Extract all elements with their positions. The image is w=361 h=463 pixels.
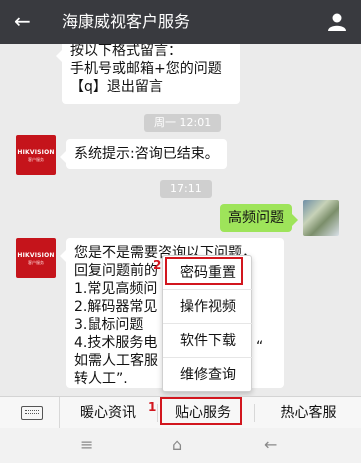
- keyboard-toggle-button[interactable]: [0, 397, 60, 429]
- hikvision-logo-subtext: 客户服务: [28, 157, 44, 162]
- menu-icon[interactable]: ≡: [80, 437, 93, 453]
- menu-item-operation-video[interactable]: 操作视频: [163, 290, 253, 324]
- system-message-bubble: 系统提示:咨询已结束。: [60, 139, 227, 169]
- system-message-text: 系统提示:咨询已结束。: [74, 146, 219, 162]
- user-avatar[interactable]: [303, 200, 339, 236]
- step-marker-2: 2: [153, 258, 162, 272]
- highlight-box-password-reset: [165, 257, 243, 285]
- message-line: 手机号或邮箱+您的问题: [70, 61, 222, 77]
- hikvision-logo-text: HIKVISION: [17, 149, 55, 156]
- message-line: 【q】退出留言: [70, 79, 163, 95]
- menu-tab-info[interactable]: 暖心资讯: [60, 397, 156, 429]
- hikvision-logo-subtext: 客户服务: [28, 260, 44, 265]
- back-icon[interactable]: ←: [264, 437, 277, 453]
- user-message-bubble: 高频问题: [220, 204, 298, 232]
- tab-divider: [254, 404, 255, 422]
- user-profile-icon[interactable]: [327, 12, 347, 32]
- reply-quote-mark: “: [256, 339, 264, 355]
- timestamp: 周一 12:01: [144, 114, 222, 132]
- auto-reply-bubble: 按以下格式留言： 手机号或邮箱+您的问题 【q】退出留言: [56, 44, 240, 104]
- menu-item-repair-query[interactable]: 维修查询: [163, 358, 253, 392]
- highlight-box-service-tab: [160, 397, 242, 425]
- message-line: 按以下格式留言：: [70, 44, 182, 59]
- hikvision-logo-text: HIKVISION: [17, 252, 55, 259]
- hikvision-avatar[interactable]: HIKVISION 客户服务: [16, 238, 56, 278]
- system-nav-bar: ≡ ⌂ ←: [0, 428, 361, 463]
- hikvision-avatar[interactable]: HIKVISION 客户服务: [16, 135, 56, 175]
- timestamp: 17:11: [160, 180, 212, 198]
- chat-title: 海康威视客户服务: [62, 12, 191, 31]
- back-arrow-icon[interactable]: ←: [14, 8, 31, 34]
- keyboard-icon: [21, 406, 43, 420]
- menu-item-software-download[interactable]: 软件下载: [163, 324, 253, 358]
- title-bar: ← 海康威视客户服务: [0, 0, 361, 44]
- menu-tab-support[interactable]: 热心客服: [256, 397, 361, 429]
- step-marker-1: 1: [148, 400, 157, 414]
- home-icon[interactable]: ⌂: [172, 437, 182, 453]
- user-message-text: 高频问题: [228, 210, 284, 226]
